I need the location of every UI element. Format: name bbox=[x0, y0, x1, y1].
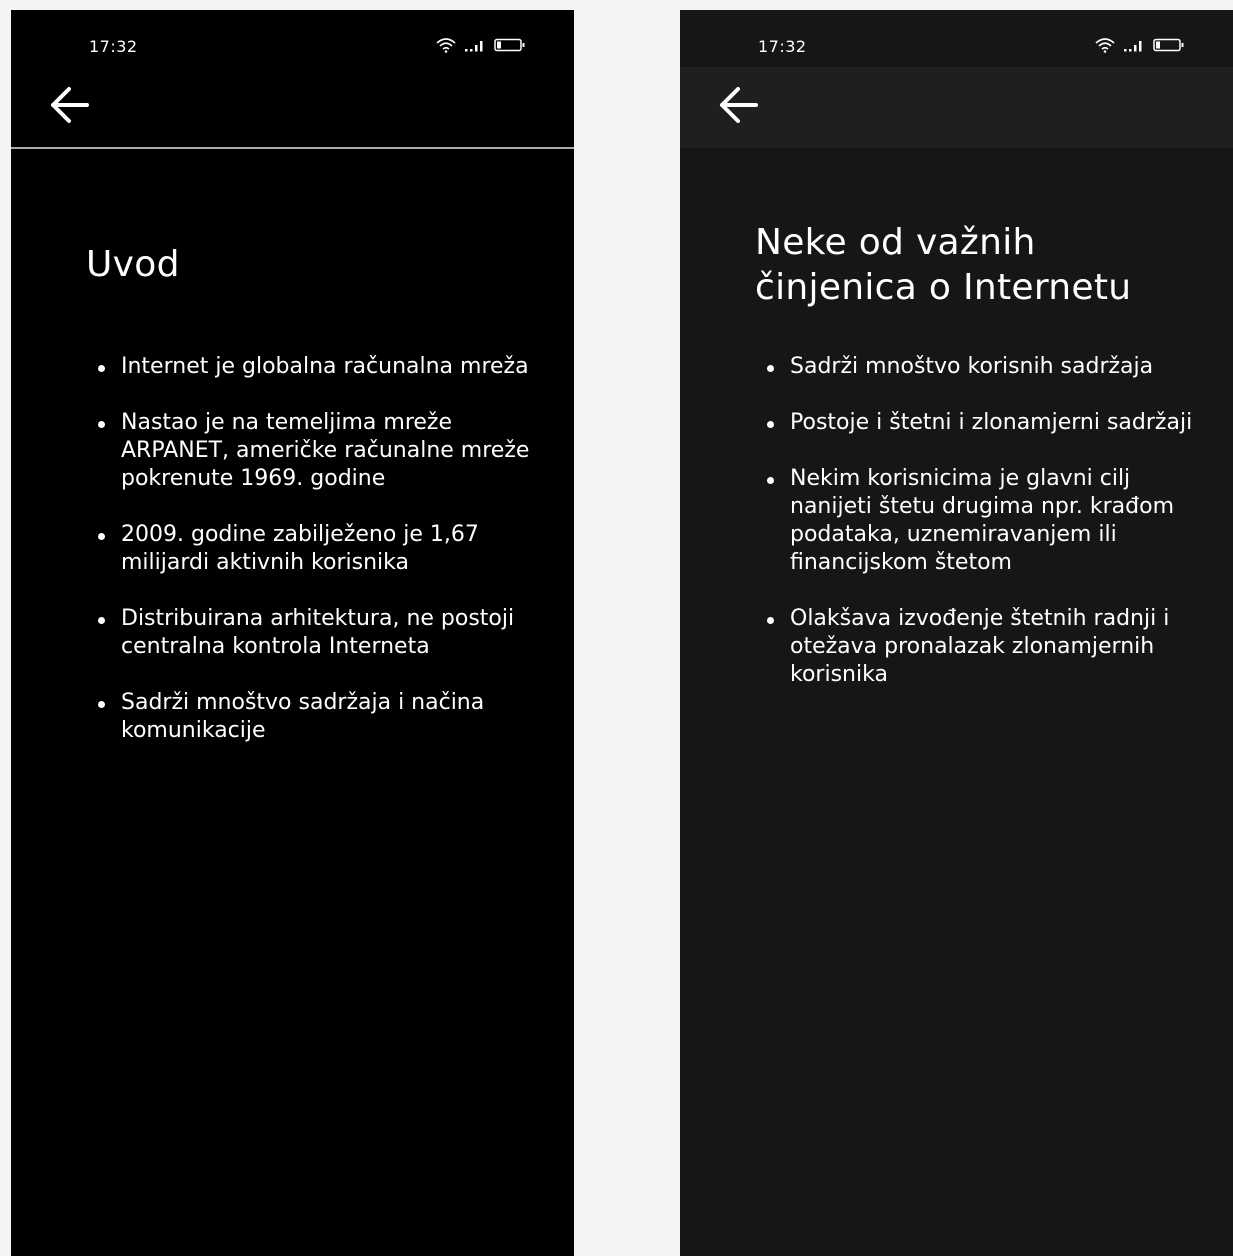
list-item: Distribuirana arhitektura, ne postoji ce… bbox=[98, 605, 541, 661]
list-item: Postoje i štetni i zlonamjerni sadržaji bbox=[767, 409, 1210, 437]
phone-screen-intro: 17:32 Uvod Internet je globalna računaln… bbox=[11, 10, 574, 1256]
list-item: Olakšava izvođenje štetnih radnji i otež… bbox=[767, 605, 1210, 689]
signal-icon bbox=[464, 38, 486, 52]
list-item: 2009. godine zabilježeno je 1,67 milijar… bbox=[98, 521, 541, 577]
list-item: Sadrži mnoštvo korisnih sadržaja bbox=[767, 353, 1210, 381]
battery-icon bbox=[494, 38, 526, 52]
page-title: Uvod bbox=[86, 244, 180, 285]
list-item: Nekim korisnicima je glavni cilj nanijet… bbox=[767, 465, 1210, 577]
bullet-list: Sadrži mnoštvo korisnih sadržaja Postoje… bbox=[767, 353, 1210, 717]
bullet-list: Internet je globalna računalna mreža Nas… bbox=[98, 353, 541, 773]
status-icons bbox=[1095, 37, 1185, 53]
signal-icon bbox=[1123, 38, 1145, 52]
list-item: Nastao je na temeljima mreže ARPANET, am… bbox=[98, 409, 541, 493]
list-item: Sadrži mnoštvo sadržaja i načina komunik… bbox=[98, 689, 541, 745]
phone-screen-facts: 17:32 Neke od važnih činjenica o Interne… bbox=[680, 10, 1233, 1256]
battery-icon bbox=[1153, 38, 1185, 52]
status-bar: 17:32 bbox=[680, 10, 1233, 67]
page-title: Neke od važnih činjenica o Internetu bbox=[755, 222, 1132, 308]
app-bar bbox=[680, 67, 1233, 148]
app-bar bbox=[11, 67, 574, 149]
wifi-icon bbox=[1095, 37, 1115, 53]
arrow-left-icon bbox=[47, 85, 91, 129]
status-time: 17:32 bbox=[89, 37, 138, 56]
wifi-icon bbox=[436, 37, 456, 53]
back-button[interactable] bbox=[716, 87, 760, 127]
status-time: 17:32 bbox=[758, 37, 807, 56]
status-icons bbox=[436, 37, 526, 53]
arrow-left-icon bbox=[716, 85, 760, 129]
status-bar: 17:32 bbox=[11, 10, 574, 67]
back-button[interactable] bbox=[47, 87, 91, 127]
list-item: Internet je globalna računalna mreža bbox=[98, 353, 541, 381]
